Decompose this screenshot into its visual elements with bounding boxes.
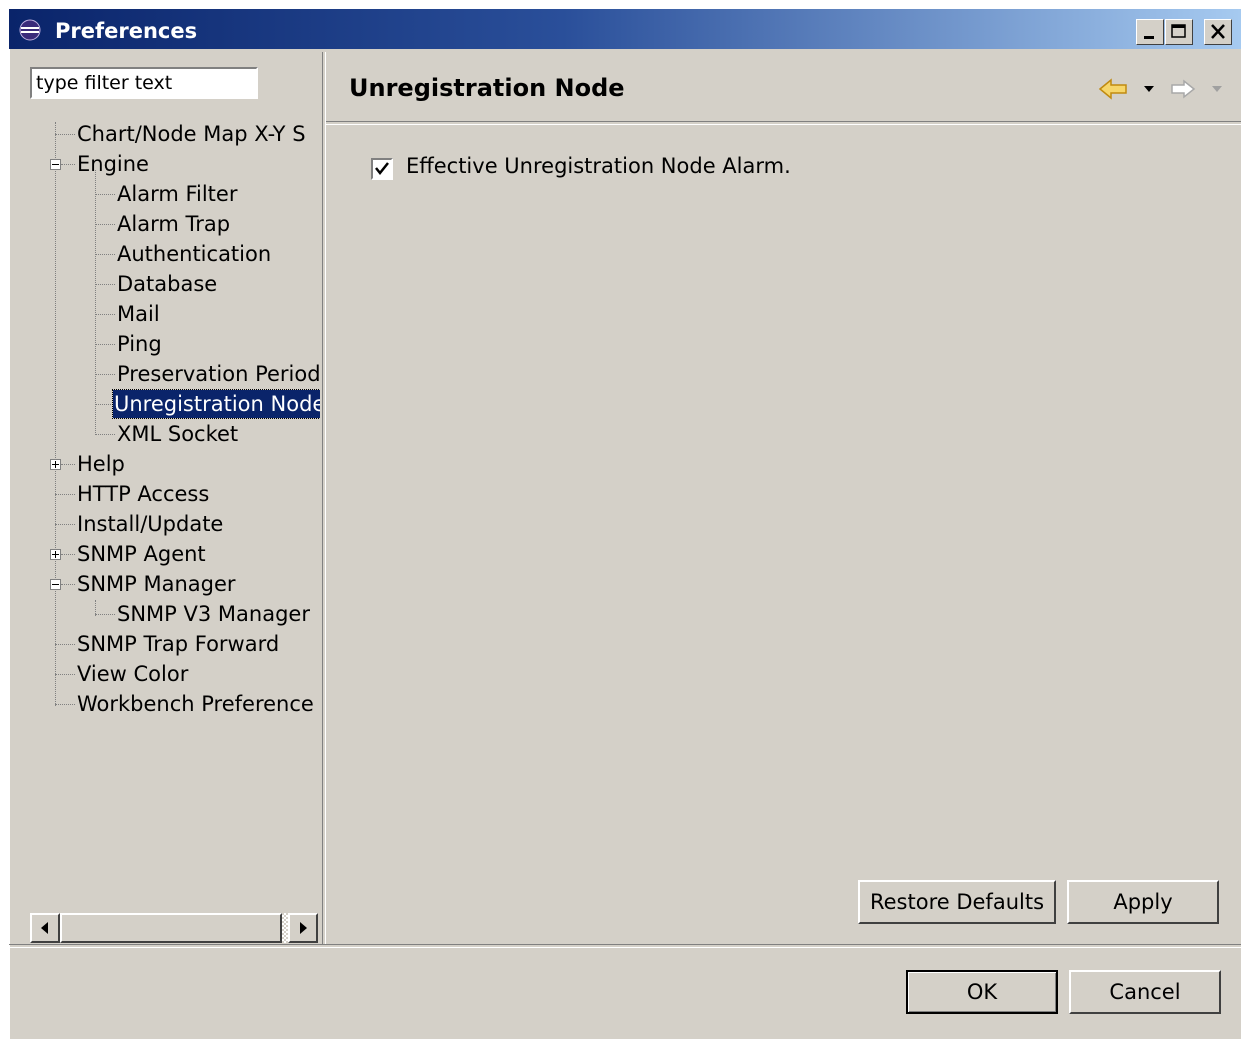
tree-item-snmp-trap-forward[interactable]: SNMP Trap Forward <box>77 630 279 658</box>
tree-connector <box>95 344 115 345</box>
tree-connector <box>95 224 115 225</box>
scroll-thumb[interactable] <box>60 913 282 943</box>
collapse-icon[interactable] <box>50 159 61 170</box>
scroll-right-button[interactable] <box>288 913 318 943</box>
window-title: Preferences <box>55 19 198 43</box>
tree-item-install-update[interactable]: Install/Update <box>77 510 223 538</box>
scroll-left-button[interactable] <box>30 913 60 943</box>
eclipse-app-icon <box>19 19 41 41</box>
tree-connector <box>95 314 115 315</box>
tree-item-unregistration-node[interactable]: Unregistration Node <box>111 389 320 419</box>
tree-connector <box>55 494 75 495</box>
tree-item-authentication[interactable]: Authentication <box>117 240 271 268</box>
close-button[interactable] <box>1204 19 1232 45</box>
tree-item-workbench-preference[interactable]: Workbench Preference <box>77 690 314 718</box>
tree-item-snmp-v3-manager[interactable]: SNMP V3 Manager <box>117 600 310 628</box>
tree-connector <box>95 434 115 435</box>
effective-alarm-checkbox[interactable] <box>371 158 393 180</box>
tree-connector <box>95 254 115 255</box>
tree-connector <box>55 704 75 705</box>
tree-connector <box>61 584 75 585</box>
tree-item-ping[interactable]: Ping <box>117 330 162 358</box>
tree-connector <box>95 194 115 195</box>
tree-item-http-access[interactable]: HTTP Access <box>77 480 209 508</box>
tree-connector <box>55 644 75 645</box>
filter-input[interactable] <box>30 67 258 99</box>
expand-icon[interactable] <box>50 459 61 470</box>
preference-tree[interactable]: Chart/Node Map X-Y S Engine Alarm Filter… <box>9 115 320 915</box>
cancel-button[interactable]: Cancel <box>1069 970 1221 1014</box>
expand-icon[interactable] <box>50 549 61 560</box>
title-separator <box>326 121 1241 125</box>
back-arrow-icon[interactable] <box>1098 77 1134 101</box>
tree-item-mail[interactable]: Mail <box>117 300 160 328</box>
tree-item-database[interactable]: Database <box>117 270 217 298</box>
maximize-button[interactable] <box>1165 19 1193 45</box>
tree-item-engine[interactable]: Engine <box>77 150 149 178</box>
tree-connector <box>61 464 75 465</box>
checkmark-icon <box>375 162 389 176</box>
tree-connector <box>55 122 56 706</box>
tree-item-alarm-filter[interactable]: Alarm Filter <box>117 180 237 208</box>
collapse-icon[interactable] <box>50 579 61 590</box>
apply-button[interactable]: Apply <box>1067 880 1219 924</box>
ok-button[interactable]: OK <box>906 970 1058 1014</box>
tree-connector <box>55 674 75 675</box>
tree-item-view-color[interactable]: View Color <box>77 660 188 688</box>
bottom-separator <box>9 944 1241 948</box>
tree-item-help[interactable]: Help <box>77 450 125 478</box>
splitter[interactable] <box>322 52 326 944</box>
tree-connector <box>95 614 115 615</box>
tree-item-snmp-manager[interactable]: SNMP Manager <box>77 570 236 598</box>
title-bar[interactable]: Preferences <box>9 9 1241 49</box>
tree-connector <box>61 554 75 555</box>
tree-connector <box>95 284 115 285</box>
tree-connector <box>95 374 115 375</box>
tree-connector <box>55 524 75 525</box>
minimize-button[interactable] <box>1136 19 1164 45</box>
tree-item-alarm-trap[interactable]: Alarm Trap <box>117 210 230 238</box>
tree-connector <box>61 164 75 165</box>
tree-item-preservation-period[interactable]: Preservation Period <box>117 360 320 388</box>
tree-horizontal-scrollbar[interactable] <box>30 913 318 943</box>
tree-item-xml-socket[interactable]: XML Socket <box>117 420 238 448</box>
forward-arrow-icon[interactable] <box>1168 77 1198 101</box>
back-history-dropdown-icon[interactable] <box>1142 84 1156 94</box>
restore-defaults-button[interactable]: Restore Defaults <box>858 880 1056 924</box>
forward-history-dropdown-icon[interactable] <box>1210 84 1224 94</box>
effective-alarm-label[interactable]: Effective Unregistration Node Alarm. <box>406 154 791 178</box>
tree-connector <box>95 170 96 435</box>
page-title: Unregistration Node <box>349 74 625 102</box>
tree-connector <box>55 134 75 135</box>
tree-item-snmp-agent[interactable]: SNMP Agent <box>77 540 206 568</box>
tree-connector <box>95 404 111 405</box>
tree-item-chart-node-map[interactable]: Chart/Node Map X-Y S <box>77 120 306 148</box>
